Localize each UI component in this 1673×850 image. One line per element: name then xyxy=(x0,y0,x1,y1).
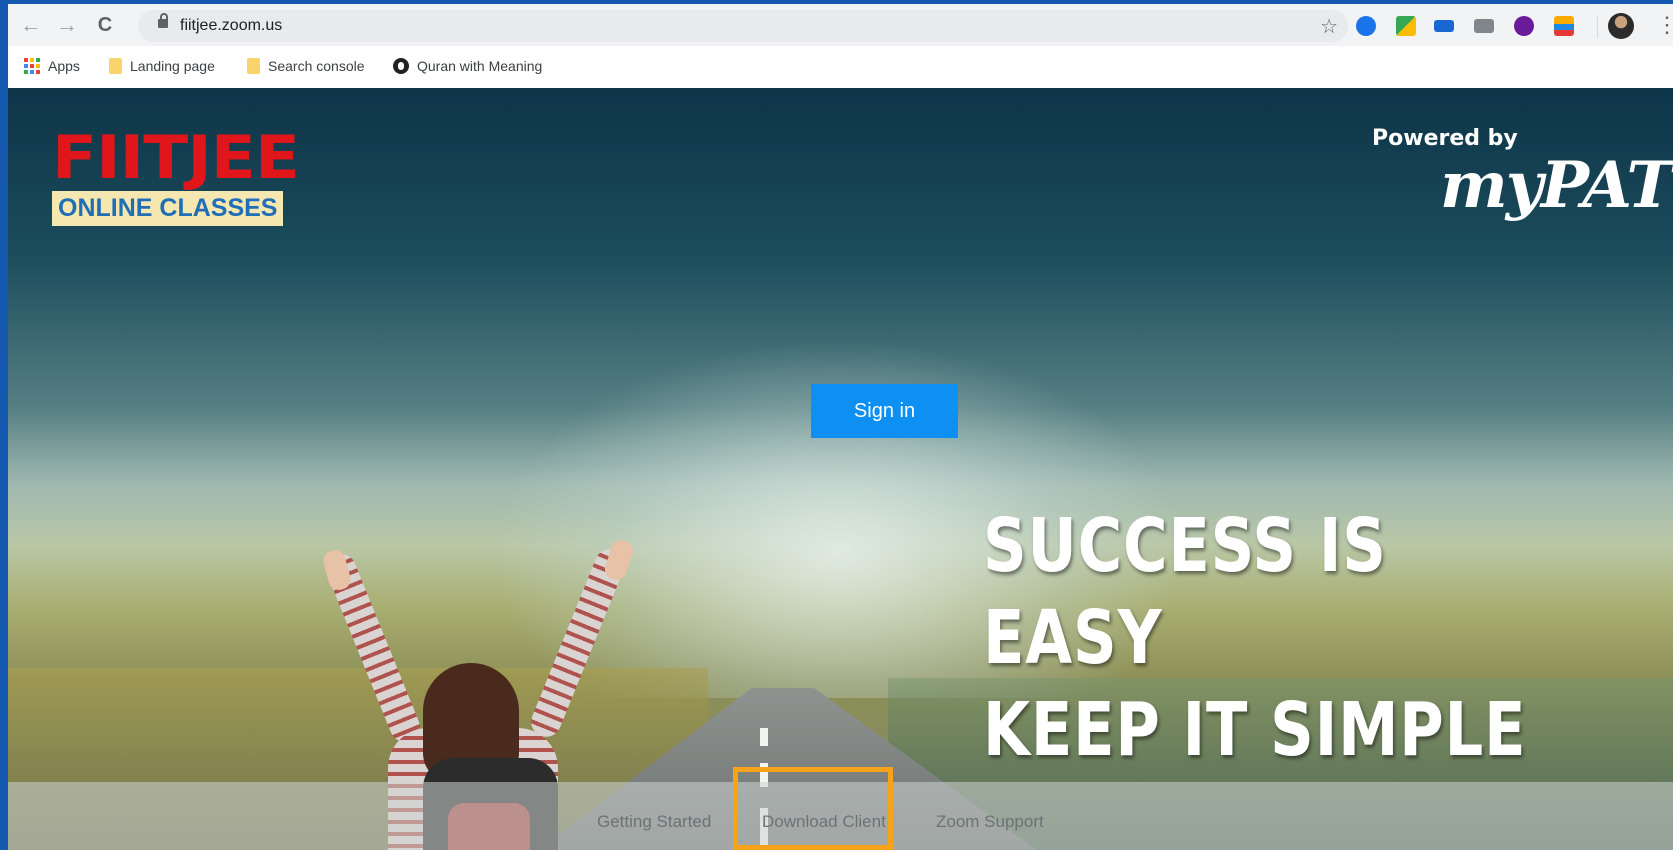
zoom-landing-page: FIITJEE ONLINE CLASSES Powered by myPAT … xyxy=(8,88,1673,850)
bookmark-search-console[interactable]: Search console xyxy=(247,58,365,74)
footer-bar: Getting Started Download Client Zoom Sup… xyxy=(8,782,1673,850)
tagline-line-2: KEEP IT SIMPLE xyxy=(983,687,1527,773)
bus-icon[interactable] xyxy=(1356,16,1376,36)
tagline-line-1: SUCCESS IS EASY xyxy=(983,503,1387,681)
lock-icon xyxy=(158,13,168,28)
bookmark-label: Apps xyxy=(48,58,80,74)
profile-avatar[interactable] xyxy=(1608,13,1634,39)
download-client-link[interactable]: Download Client xyxy=(762,812,886,832)
logo-subtitle: ONLINE CLASSES xyxy=(52,191,284,226)
bookmark-apps[interactable]: Apps xyxy=(24,58,80,74)
apps-grid-icon xyxy=(24,58,40,74)
url-text[interactable]: fiitjee.zoom.us xyxy=(180,17,282,35)
browser-menu-icon[interactable]: ⋮ xyxy=(1656,12,1673,38)
browser-chrome: ← → C fiitjee.zoom.us ☆ ⋮ Apps Landing p… xyxy=(8,4,1673,88)
bookmark-label: Landing page xyxy=(130,58,215,74)
mypat-logo: myPAT xyxy=(1440,148,1673,223)
bookmark-label: Search console xyxy=(268,58,365,74)
bookmark-quran-with-meaning[interactable]: Quran with Meaning xyxy=(393,58,542,74)
sign-in-button[interactable]: Sign in xyxy=(811,384,958,438)
lane-marking xyxy=(760,728,768,746)
fiitjee-logo: FIITJEE ONLINE CLASSES xyxy=(52,122,300,226)
folder-icon xyxy=(247,58,260,74)
back-icon[interactable]: ← xyxy=(18,12,44,38)
bookmark-label: Quran with Meaning xyxy=(417,58,543,74)
girl-hand-left xyxy=(321,547,353,593)
address-bar[interactable]: fiitjee.zoom.us ☆ xyxy=(138,10,1348,42)
reload-icon[interactable]: C xyxy=(92,12,118,38)
maps-icon[interactable] xyxy=(1396,16,1416,36)
bookmark-landing-page[interactable]: Landing page xyxy=(109,58,215,74)
tagline: SUCCESS IS EASY KEEP IT SIMPLE xyxy=(983,500,1549,776)
quran-icon xyxy=(393,58,409,74)
bookmark-star-icon[interactable]: ☆ xyxy=(1320,14,1338,39)
logo-wordmark: FIITJEE xyxy=(52,122,300,193)
forward-icon[interactable]: → xyxy=(54,12,80,38)
zoom-support-link[interactable]: Zoom Support xyxy=(936,812,1044,832)
browser-toolbar: ← → C fiitjee.zoom.us ☆ ⋮ xyxy=(8,4,1673,46)
zip-icon[interactable] xyxy=(1434,20,1454,32)
camera-icon[interactable] xyxy=(1474,19,1494,33)
folder-icon xyxy=(109,58,122,74)
getting-started-link[interactable]: Getting Started xyxy=(597,812,711,832)
sitemap-icon[interactable] xyxy=(1554,16,1574,36)
toolbar-divider xyxy=(1597,16,1598,38)
download-icon[interactable] xyxy=(1514,16,1534,36)
bookmarks-bar: Apps Landing page Search console Quran w… xyxy=(8,46,1673,88)
